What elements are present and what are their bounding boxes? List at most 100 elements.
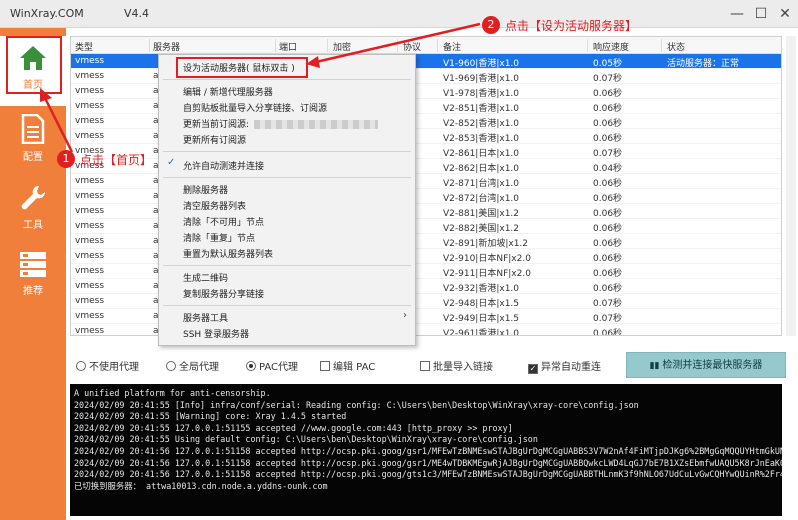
cell-type: vmess: [75, 281, 105, 291]
cell-speed: 0.06秒: [593, 329, 623, 336]
menu-item-clear-duplicate[interactable]: 清除「重复」节点: [183, 231, 255, 244]
cell-note: V2-961|香港|x1.0: [443, 329, 520, 336]
cell-note: V2-852|香港|x1.0: [443, 119, 520, 129]
cell-note: V2-862|日本|x1.0: [443, 164, 520, 174]
menu-item-clear-list[interactable]: 清空服务器列表: [183, 199, 246, 212]
cell-speed: 0.06秒: [593, 104, 623, 114]
cell-note: V2-949|日本|x1.5: [443, 314, 520, 324]
column-header[interactable]: 加密: [333, 40, 351, 53]
cell-speed: 0.06秒: [593, 284, 623, 294]
menu-item-server-tools[interactable]: 服务器工具: [183, 311, 228, 324]
cell-note: V2-910|日本NF|x2.0: [443, 254, 531, 264]
cell-note: V2-932|香港|x1.0: [443, 284, 520, 294]
title-bar: WinXray.COM V4.4 — ☐ ✕: [0, 0, 798, 28]
cell-speed: 0.07秒: [593, 299, 623, 309]
cell-speed: 0.04秒: [593, 164, 623, 174]
callout-step-2: 点击【设为活动服务器】: [505, 19, 638, 33]
cell-note: V1-960|香港|x1.0: [443, 59, 520, 69]
log-line: 2024/02/09 20:41:55 [Warning] core: Xray…: [74, 411, 347, 422]
cell-type: vmess: [75, 236, 105, 246]
document-icon: [21, 114, 45, 144]
cell-speed: 0.06秒: [593, 119, 623, 129]
menu-item-delete-server[interactable]: 删除服务器: [183, 183, 228, 196]
cell-note: V1-969|香港|x1.0: [443, 74, 520, 84]
highlight-box-set-active: [176, 57, 308, 78]
callout-step-1: 点击【首页】: [80, 153, 153, 167]
cell-type: vmess: [75, 311, 105, 321]
cell-note: V2-911|日本NF|x2.0: [443, 269, 531, 279]
table-header: 类型 服务器 端口 加密 协议 备注 响应速度 状态: [71, 37, 781, 54]
cell-note: V1-978|香港|x1.0: [443, 89, 520, 99]
radio-global-proxy[interactable]: 全局代理: [166, 358, 219, 373]
cell-speed: 0.06秒: [593, 179, 623, 189]
cell-speed: 0.06秒: [593, 209, 623, 219]
cell-note: V2-872|台湾|x1.0: [443, 194, 520, 204]
cell-note: V2-861|日本|x1.0: [443, 149, 520, 159]
cell-type: vmess: [75, 71, 105, 81]
cell-note: V2-851|香港|x1.0: [443, 104, 520, 114]
detect-fastest-button[interactable]: ▮▮ 检测并连接最快服务器: [626, 352, 786, 378]
batch-import-button[interactable]: 批量导入链接: [420, 358, 493, 373]
menu-item-ssh-login[interactable]: SSH 登录服务器: [183, 327, 249, 340]
sidebar-item-recommend[interactable]: 推荐: [0, 242, 66, 312]
cell-type: vmess: [75, 326, 105, 336]
sidebar-item-tools[interactable]: 工具: [0, 176, 66, 246]
step-badge-1: 1: [57, 150, 75, 168]
column-header[interactable]: 端口: [279, 40, 297, 53]
cell-status: 活动服务器：正常: [667, 59, 740, 69]
cell-speed: 0.06秒: [593, 254, 623, 264]
highlight-box-home: [6, 36, 62, 94]
cell-type: vmess: [75, 296, 105, 306]
cell-speed: 0.05秒: [593, 59, 623, 69]
cell-type: vmess: [75, 206, 105, 216]
cell-speed: 0.07秒: [593, 314, 623, 324]
minimize-button[interactable]: —: [726, 3, 748, 25]
column-header[interactable]: 服务器: [153, 40, 180, 53]
cell-type: vmess: [75, 251, 105, 261]
chevron-right-icon: ›: [403, 310, 407, 321]
menu-item-reset-default[interactable]: 重置为默认服务器列表: [183, 247, 273, 260]
sidebar-item-label: 工具: [23, 220, 43, 231]
checkbox-auto-reconnect[interactable]: ✓ 异常自动重连: [528, 358, 601, 374]
step-badge-2: 2: [482, 16, 500, 34]
column-header[interactable]: 状态: [667, 40, 685, 53]
log-line: 2024/02/09 20:41:56 127.0.0.1:51158 acce…: [74, 445, 782, 456]
cell-note: V2-871|台湾|x1.0: [443, 179, 520, 189]
log-line: 已切换到服务器： attwa10013.cdn.node.a.yddns-oun…: [74, 480, 328, 491]
log-line: 2024/02/09 20:41:55 Using default config…: [74, 434, 538, 445]
log-line: 2024/02/09 20:41:56 127.0.0.1:51158 acce…: [74, 469, 782, 480]
context-menu: 设为活动服务器( 鼠标双击 ) 编辑 / 新增代理服务器 自剪贴板批量导入分享链…: [158, 54, 416, 346]
menu-item-edit-add[interactable]: 编辑 / 新增代理服务器: [183, 85, 273, 98]
cell-speed: 0.06秒: [593, 269, 623, 279]
column-header[interactable]: 响应速度: [593, 40, 629, 53]
sidebar-item-label: 推荐: [23, 286, 43, 297]
radio-no-proxy[interactable]: 不使用代理: [76, 358, 139, 373]
menu-item-update-all-subs[interactable]: 更新所有订阅源: [183, 133, 246, 146]
menu-item-qrcode[interactable]: 生成二维码: [183, 271, 228, 284]
close-button[interactable]: ✕: [774, 3, 796, 25]
column-header[interactable]: 备注: [443, 40, 461, 53]
app-version: V4.4: [124, 7, 150, 20]
app-title: WinXray.COM: [10, 7, 84, 20]
cell-speed: 0.06秒: [593, 239, 623, 249]
edit-pac-button[interactable]: 编辑 PAC: [320, 358, 375, 373]
table-scrollbar[interactable]: [786, 36, 796, 336]
menu-item-update-current-sub[interactable]: 更新当前订阅源:: [183, 117, 249, 130]
wrench-icon: [21, 185, 46, 210]
menu-item-copy-share-link[interactable]: 复制服务器分享链接: [183, 287, 264, 300]
sidebar-item-config[interactable]: 配置: [0, 106, 66, 176]
radio-pac-proxy[interactable]: PAC代理: [246, 358, 298, 373]
server-icon: [20, 252, 46, 277]
log-line: 2024/02/09 20:41:55 127.0.0.1:51155 acce…: [74, 422, 513, 433]
maximize-button[interactable]: ☐: [750, 3, 772, 25]
cell-type: vmess: [75, 221, 105, 231]
column-header[interactable]: 协议: [403, 40, 421, 53]
cell-speed: 0.06秒: [593, 134, 623, 144]
menu-item-auto-test[interactable]: 允许自动测速并连接: [183, 159, 264, 172]
cell-type: vmess: [75, 86, 105, 96]
proxy-options-bar: 不使用代理 全局代理 PAC代理 编辑 PAC 批量导入链接 ✓ 异常自动重连 ▮…: [70, 352, 786, 380]
column-header[interactable]: 类型: [75, 40, 93, 53]
menu-item-clear-unavailable[interactable]: 清除「不可用」节点: [183, 215, 264, 228]
menu-item-import-clipboard[interactable]: 自剪贴板批量导入分享链接、订阅源: [183, 101, 327, 114]
cell-type: vmess: [75, 116, 105, 126]
